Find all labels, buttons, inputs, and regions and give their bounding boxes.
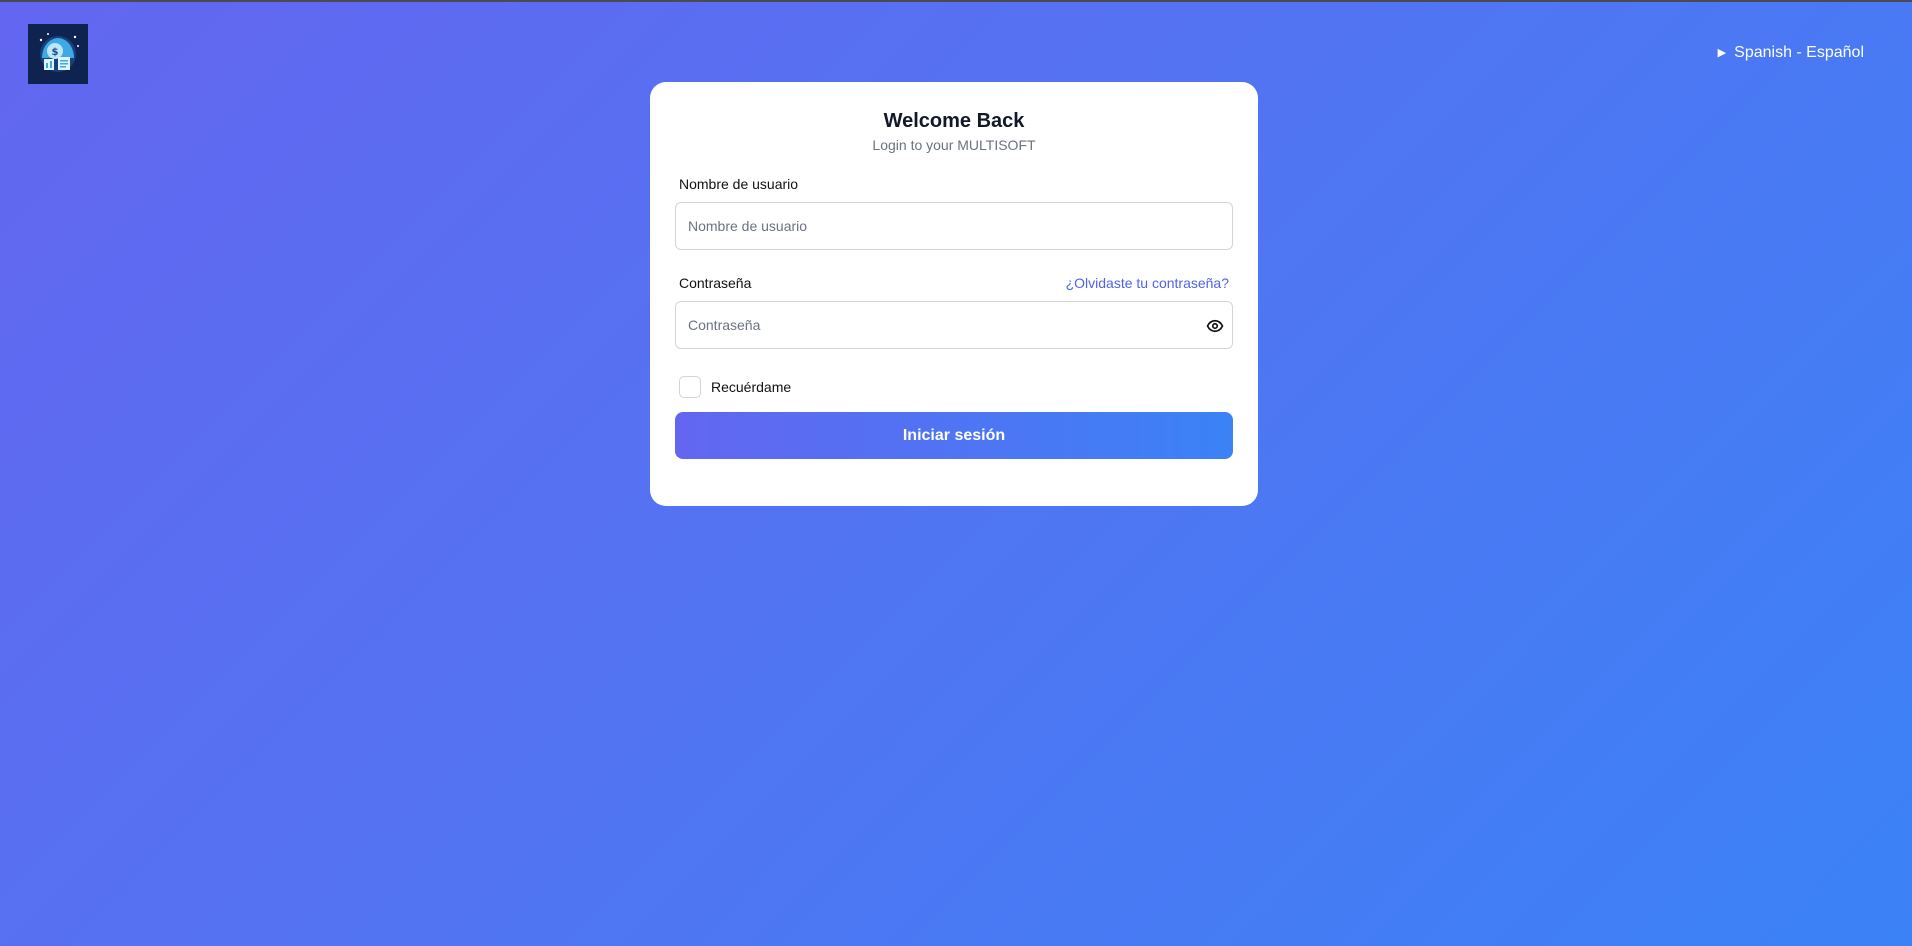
triangle-right-icon: ▶ <box>1717 46 1727 59</box>
svg-text:$: $ <box>52 47 59 58</box>
login-title: Welcome Back <box>883 110 1025 132</box>
username-label: Nombre de usuario <box>679 176 799 192</box>
password-field-box <box>675 301 1233 349</box>
username-label-row: Nombre de usuario <box>675 175 1233 193</box>
password-label: Contraseña <box>679 275 752 291</box>
password-label-row: Contraseña ¿Olvidaste tu contraseña? <box>675 274 1233 292</box>
password-input[interactable] <box>676 302 1232 348</box>
top-border <box>0 0 1912 2</box>
remember-me-checkbox[interactable] <box>679 376 701 398</box>
login-button[interactable]: Iniciar sesión <box>675 412 1233 459</box>
login-subtitle: Login to your MULTISOFT <box>872 137 1036 153</box>
eye-icon[interactable] <box>1204 315 1226 337</box>
forgot-password-link[interactable]: ¿Olvidaste tu contraseña? <box>1066 275 1229 291</box>
remember-me-row: Recuérdame <box>675 375 1233 399</box>
remember-me-label[interactable]: Recuérdame <box>711 379 791 395</box>
language-selector[interactable]: ▶ Spanish - Español <box>1718 44 1864 62</box>
username-input[interactable] <box>676 203 1232 249</box>
login-card: Welcome Back Login to your MULTISOFT Nom… <box>650 82 1258 506</box>
username-field-box <box>675 202 1233 250</box>
language-label: Spanish - Español <box>1734 44 1864 61</box>
multisoft-logo-icon: $ <box>28 24 88 84</box>
